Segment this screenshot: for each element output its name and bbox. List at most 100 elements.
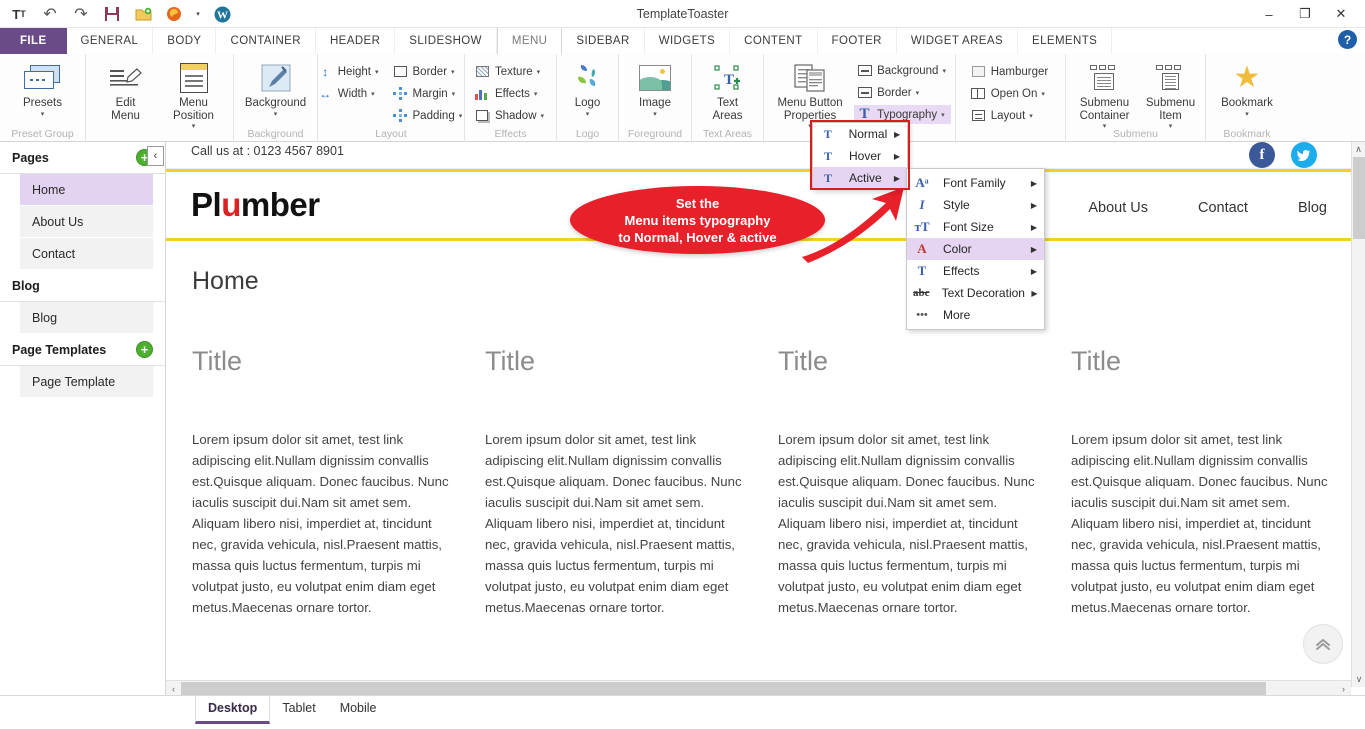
ribbon-tab-general[interactable]: GENERAL	[67, 28, 154, 54]
margin-caret-icon[interactable]: ▾	[452, 90, 456, 98]
bookmark-caret-icon[interactable]: ▾	[1245, 110, 1249, 118]
close-button[interactable]: ✕	[1323, 1, 1359, 27]
typography-submenu-item-effects[interactable]: TEffects▶	[907, 260, 1044, 282]
menu-background-caret-icon[interactable]: ▾	[942, 67, 946, 75]
border-caret-icon[interactable]: ▾	[451, 68, 455, 76]
layout-caret-icon[interactable]: ▾	[1029, 112, 1033, 120]
background-caret-icon[interactable]: ▾	[274, 110, 278, 118]
ribbon-tab-widget-areas[interactable]: WIDGET AREAS	[897, 28, 1018, 54]
open-on-caret-icon[interactable]: ▾	[1041, 90, 1045, 98]
preview-vertical-scrollbar[interactable]: ∧ ∨	[1351, 142, 1365, 687]
submenu-item-button[interactable]: Submenu Item ▾	[1141, 57, 1201, 130]
shadow-button[interactable]: Shadow ▾	[472, 106, 549, 125]
ribbon-tab-slideshow[interactable]: SLIDESHOW	[395, 28, 497, 54]
scroll-right-button[interactable]: ›	[1336, 681, 1351, 696]
ribbon-tab-sidebar[interactable]: SIDEBAR	[562, 28, 644, 54]
text-areas-button[interactable]: T Text Areas	[699, 57, 757, 122]
padding-button[interactable]: Padding ▾	[390, 106, 468, 125]
panel-item-blog[interactable]: Blog	[20, 302, 153, 334]
panel-item-contact[interactable]: Contact	[20, 238, 153, 270]
texture-caret-icon[interactable]: ▾	[537, 68, 541, 76]
typography-submenu-item-more[interactable]: •••More	[907, 304, 1044, 326]
typography-submenu-dropdown[interactable]: AᵃFont Family▶IStyle▶ᴛTFont Size▶AColor▶…	[906, 168, 1045, 330]
ribbon-tab-container[interactable]: CONTAINER	[216, 28, 315, 54]
panel-item-home[interactable]: Home	[20, 174, 153, 206]
border-button[interactable]: Border ▾	[390, 62, 468, 81]
scroll-up-button[interactable]: ∧	[1352, 142, 1365, 157]
typography-submenu-item-font-size[interactable]: ᴛTFont Size▶	[907, 216, 1044, 238]
ribbon-tab-footer[interactable]: FOOTER	[818, 28, 897, 54]
width-caret-icon[interactable]: ▾	[371, 90, 375, 98]
minimize-button[interactable]: –	[1251, 1, 1287, 27]
menu-border-caret-icon[interactable]: ▾	[916, 89, 920, 97]
preview-horizontal-scrollbar[interactable]: ‹ ›	[166, 680, 1351, 695]
menu-background-button[interactable]: Background ▾	[854, 61, 951, 80]
hamburger-button[interactable]: Hamburger	[968, 62, 1054, 81]
panel-item-page-template[interactable]: Page Template	[20, 366, 153, 398]
background-button[interactable]: Background ▾	[234, 57, 318, 118]
edit-menu-button[interactable]: Edit Menu	[93, 57, 159, 122]
open-on-button[interactable]: Open On ▾	[968, 84, 1054, 103]
scroll-left-button[interactable]: ‹	[166, 681, 181, 696]
collapse-panel-button[interactable]: ‹	[147, 146, 164, 166]
presets-button[interactable]: Presets ▾	[10, 57, 76, 118]
ribbon-tab-content[interactable]: CONTENT	[730, 28, 817, 54]
panel-item-about-us[interactable]: About Us	[20, 206, 153, 238]
typography-caret-icon[interactable]: ▾	[941, 111, 945, 119]
facebook-icon[interactable]: f	[1249, 142, 1275, 168]
preview-nav-link-contact[interactable]: Contact	[1198, 200, 1248, 216]
horizontal-scroll-thumb[interactable]	[181, 682, 1266, 695]
preview-nav-link-blog[interactable]: Blog	[1298, 200, 1327, 216]
ribbon-tab-menu[interactable]: MENU	[497, 28, 562, 54]
layout-button[interactable]: Layout ▾	[968, 106, 1054, 125]
typography-menu-item-normal[interactable]: TNormal▶	[813, 123, 907, 145]
device-tab-desktop[interactable]: Desktop	[195, 696, 270, 724]
scroll-down-button[interactable]: ∨	[1352, 672, 1365, 687]
scroll-to-top-button[interactable]	[1303, 624, 1343, 664]
menu-border-button[interactable]: Border ▾	[854, 83, 951, 102]
image-button[interactable]: Image ▾	[625, 57, 685, 118]
bookmark-button[interactable]: ★ Bookmark ▾	[1210, 57, 1284, 118]
ribbon-group-effects: Texture ▾ Effects ▾ Shadow ▾ Effects	[465, 54, 557, 142]
add-page-icon[interactable]: +	[136, 341, 153, 358]
effects-caret-icon[interactable]: ▾	[534, 90, 538, 98]
vertical-scroll-thumb[interactable]	[1353, 157, 1365, 239]
ribbon-tab-header[interactable]: HEADER	[316, 28, 395, 54]
ribbon-tab-elements[interactable]: ELEMENTS	[1018, 28, 1112, 54]
typography-submenu-item-text-decoration[interactable]: abcText Decoration▶	[907, 282, 1044, 304]
typography-menu-item-hover[interactable]: THover▶	[813, 145, 907, 167]
device-tab-tablet[interactable]: Tablet	[270, 696, 327, 721]
typography-submenu-item-style[interactable]: IStyle▶	[907, 194, 1044, 216]
submenu-container-button[interactable]: Submenu Container ▾	[1071, 57, 1139, 130]
shadow-caret-icon[interactable]: ▾	[541, 112, 545, 120]
menu-button-properties-button[interactable]: Menu Button Properties ▾	[768, 57, 852, 130]
call-us-text: Call us at : 0123 4567 8901	[191, 144, 344, 158]
maximize-button[interactable]: ❐	[1287, 1, 1323, 27]
twitter-icon[interactable]	[1291, 142, 1317, 168]
menu-position-button[interactable]: Menu Position ▾	[161, 57, 227, 130]
typography-icon: T	[856, 107, 873, 122]
height-button[interactable]: ↕ Height ▾	[315, 62, 384, 81]
ribbon-tab-widgets[interactable]: WIDGETS	[645, 28, 730, 54]
preview-nav-link-about-us[interactable]: About Us	[1088, 200, 1148, 216]
presets-caret-icon[interactable]: ▾	[41, 110, 45, 118]
help-button[interactable]: ?	[1338, 30, 1357, 49]
ribbon-tab-file[interactable]: FILE	[0, 28, 67, 54]
texture-button[interactable]: Texture ▾	[472, 62, 549, 81]
ribbon-tab-body[interactable]: BODY	[153, 28, 216, 54]
group-label-text-areas: Text Areas	[692, 128, 763, 140]
margin-button[interactable]: Margin ▾	[390, 84, 468, 103]
padding-caret-icon[interactable]: ▾	[459, 112, 463, 120]
effects-button[interactable]: Effects ▾	[472, 84, 549, 103]
typography-dropdown[interactable]: TNormal▶THover▶TActive▶	[812, 122, 908, 190]
width-button[interactable]: ↔ Width ▾	[315, 84, 384, 103]
typography-menu-item-active[interactable]: TActive▶	[813, 167, 907, 189]
device-tab-mobile[interactable]: Mobile	[328, 696, 389, 721]
logo-button[interactable]: Logo ▾	[562, 57, 614, 118]
menu-position-caret-icon[interactable]: ▾	[192, 122, 196, 130]
image-caret-icon[interactable]: ▾	[653, 110, 657, 118]
typography-submenu-item-color[interactable]: AColor▶	[907, 238, 1044, 260]
typography-submenu-item-font-family[interactable]: AᵃFont Family▶	[907, 172, 1044, 194]
logo-caret-icon[interactable]: ▾	[586, 110, 590, 118]
height-caret-icon[interactable]: ▾	[375, 68, 379, 76]
